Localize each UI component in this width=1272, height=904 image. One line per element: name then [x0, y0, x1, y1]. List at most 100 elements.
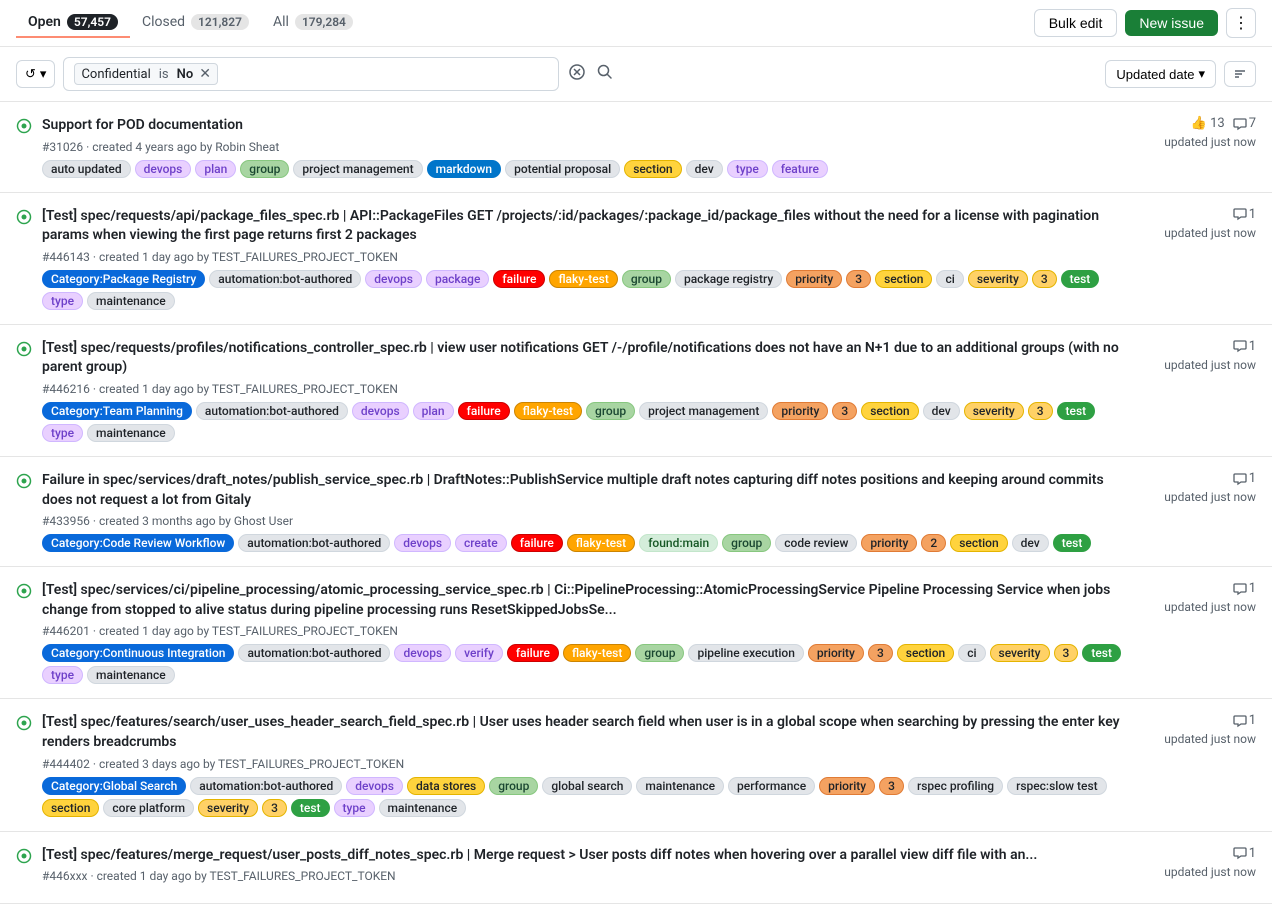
issue-title-link[interactable]: Support for POD documentation: [42, 117, 243, 133]
issue-label[interactable]: section: [624, 160, 681, 178]
tab-all[interactable]: All 179,284: [261, 8, 365, 38]
filter-input-area[interactable]: Confidential is No ✕: [63, 57, 559, 91]
issue-label[interactable]: 3: [1028, 402, 1053, 420]
issue-label[interactable]: Category:Team Planning: [42, 402, 192, 420]
bulk-edit-button[interactable]: Bulk edit: [1034, 9, 1118, 37]
issue-label[interactable]: severity: [990, 644, 1050, 662]
issue-label[interactable]: 3: [1054, 644, 1079, 662]
issue-title-link[interactable]: [Test] spec/services/ci/pipeline_process…: [42, 582, 1110, 618]
issue-title-link[interactable]: [Test] spec/requests/profiles/notificati…: [42, 340, 1119, 376]
issue-label[interactable]: group: [635, 644, 684, 662]
issue-label[interactable]: flaky-test: [567, 534, 635, 552]
new-issue-button[interactable]: New issue: [1125, 10, 1218, 36]
issue-label[interactable]: package registry: [675, 270, 782, 288]
issue-label[interactable]: devops: [352, 402, 409, 420]
issue-label[interactable]: 3: [879, 777, 904, 795]
issue-label[interactable]: test: [1057, 402, 1096, 420]
issue-label[interactable]: section: [42, 799, 99, 817]
issue-label[interactable]: flaky-test: [514, 402, 582, 420]
issue-title-link[interactable]: Failure in spec/services/draft_notes/pub…: [42, 472, 1104, 508]
tab-closed[interactable]: Closed 121,827: [130, 8, 261, 38]
issue-title-link[interactable]: [Test] spec/features/search/user_uses_he…: [42, 714, 1120, 750]
issue-label[interactable]: severity: [964, 402, 1024, 420]
issue-label[interactable]: maintenance: [379, 799, 467, 817]
issue-label[interactable]: type: [727, 160, 768, 178]
issue-label[interactable]: maintenance: [636, 777, 724, 795]
issue-title[interactable]: [Test] spec/features/merge_request/user_…: [42, 846, 1126, 866]
issue-label[interactable]: data stores: [407, 777, 485, 795]
issue-label[interactable]: 3: [262, 799, 287, 817]
issue-title[interactable]: [Test] spec/features/search/user_uses_he…: [42, 713, 1126, 752]
issue-label[interactable]: group: [622, 270, 671, 288]
issue-label[interactable]: automation:bot-authored: [196, 402, 348, 420]
issue-label[interactable]: Category:Continuous Integration: [42, 644, 234, 662]
issue-label[interactable]: package: [426, 270, 489, 288]
issue-label[interactable]: test: [1053, 534, 1092, 552]
issue-label[interactable]: performance: [728, 777, 815, 795]
issue-label[interactable]: devops: [394, 644, 451, 662]
issue-title[interactable]: [Test] spec/requests/api/package_files_s…: [42, 207, 1126, 246]
issue-label[interactable]: priority: [861, 534, 917, 552]
issue-label[interactable]: section: [950, 534, 1007, 552]
issue-label[interactable]: ci: [936, 270, 963, 288]
tab-open[interactable]: Open 57,457: [16, 8, 130, 38]
filter-tag-remove[interactable]: ✕: [199, 66, 211, 82]
issue-label[interactable]: maintenance: [87, 424, 175, 442]
issue-label[interactable]: found:main: [639, 534, 718, 552]
filter-search-button[interactable]: [595, 62, 615, 86]
issue-label[interactable]: failure: [507, 644, 559, 662]
issue-label[interactable]: maintenance: [87, 292, 175, 310]
sort-order-button[interactable]: [1224, 61, 1256, 87]
issue-label[interactable]: 3: [846, 270, 871, 288]
issue-label[interactable]: devops: [365, 270, 422, 288]
issue-label[interactable]: test: [1061, 270, 1100, 288]
issue-label[interactable]: flaky-test: [549, 270, 617, 288]
issue-label[interactable]: priority: [786, 270, 842, 288]
issue-label[interactable]: severity: [198, 799, 258, 817]
issue-label[interactable]: automation:bot-authored: [209, 270, 361, 288]
issue-label[interactable]: group: [722, 534, 771, 552]
issue-label[interactable]: create: [455, 534, 507, 552]
issue-label[interactable]: pipeline execution: [688, 644, 803, 662]
issue-label[interactable]: type: [334, 799, 375, 817]
more-options-button[interactable]: ⋮: [1226, 8, 1256, 38]
issue-label[interactable]: priority: [819, 777, 875, 795]
issue-label[interactable]: devops: [346, 777, 403, 795]
issue-label[interactable]: devops: [135, 160, 192, 178]
issue-label[interactable]: 3: [868, 644, 893, 662]
issue-title-link[interactable]: [Test] spec/requests/api/package_files_s…: [42, 208, 1099, 244]
issue-label[interactable]: test: [291, 799, 330, 817]
issue-label[interactable]: ci: [958, 644, 985, 662]
issue-label[interactable]: section: [875, 270, 932, 288]
issue-label[interactable]: type: [42, 292, 83, 310]
issue-label[interactable]: priority: [772, 402, 828, 420]
issue-label[interactable]: global search: [542, 777, 632, 795]
issue-title[interactable]: Support for POD documentation: [42, 116, 1126, 136]
issue-label[interactable]: section: [897, 644, 954, 662]
issue-label[interactable]: severity: [968, 270, 1028, 288]
issue-label[interactable]: plan: [195, 160, 236, 178]
issue-label[interactable]: auto updated: [42, 160, 131, 178]
issue-label[interactable]: verify: [455, 644, 503, 662]
issue-label[interactable]: Category:Code Review Workflow: [42, 534, 234, 552]
issue-label[interactable]: code review: [775, 534, 857, 552]
issue-label[interactable]: 3: [832, 402, 857, 420]
filter-clear-button[interactable]: [567, 62, 587, 86]
issue-label[interactable]: group: [586, 402, 635, 420]
issue-title[interactable]: [Test] spec/services/ci/pipeline_process…: [42, 581, 1126, 620]
issue-label[interactable]: dev: [686, 160, 723, 178]
issue-label[interactable]: failure: [511, 534, 563, 552]
issue-label[interactable]: rspec:slow test: [1007, 777, 1107, 795]
issue-label[interactable]: type: [42, 666, 83, 684]
issue-label[interactable]: markdown: [427, 160, 501, 178]
issue-label[interactable]: plan: [413, 402, 454, 420]
issue-label[interactable]: type: [42, 424, 83, 442]
issue-title-link[interactable]: [Test] spec/features/merge_request/user_…: [42, 847, 1037, 863]
issue-title[interactable]: [Test] spec/requests/profiles/notificati…: [42, 339, 1126, 378]
issue-label[interactable]: failure: [493, 270, 545, 288]
issue-label[interactable]: test: [1082, 644, 1121, 662]
issue-label[interactable]: core platform: [103, 799, 194, 817]
issue-label[interactable]: automation:bot-authored: [238, 644, 390, 662]
issue-label[interactable]: priority: [808, 644, 864, 662]
issue-label[interactable]: section: [861, 402, 918, 420]
